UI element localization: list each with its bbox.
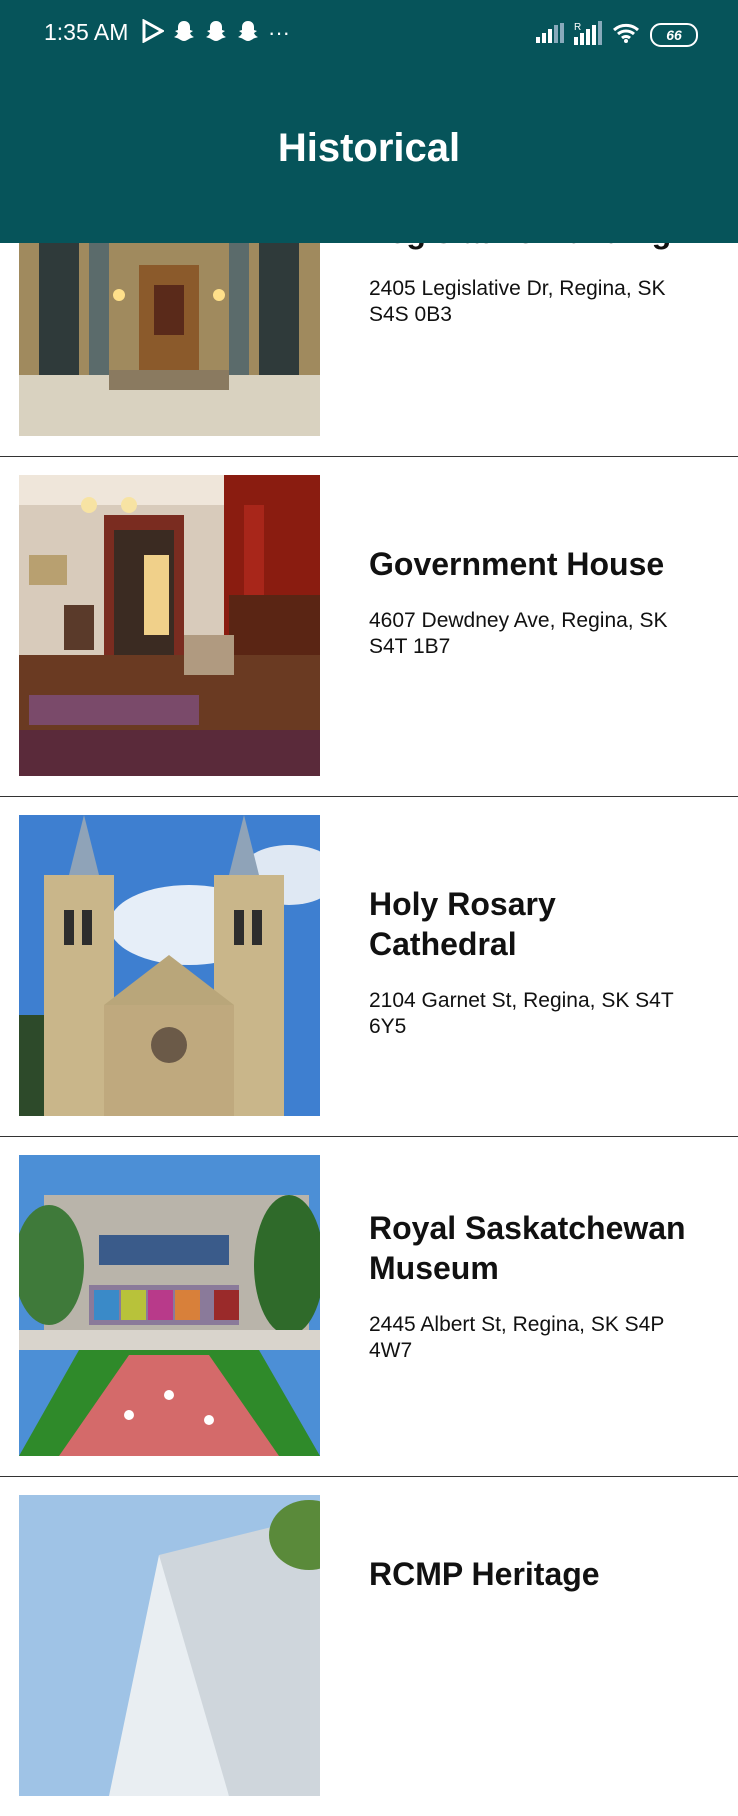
place-name: RCMP Heritage [369, 1556, 600, 1592]
page-title: Historical [277, 126, 461, 170]
svg-text:R: R [574, 22, 581, 33]
place-address: 2445 Albert St, Regina, SK S4P 4W7 [369, 1313, 664, 1362]
holy-rosary-cathedral-photo [19, 815, 320, 1116]
more-notifications-icon: ··· [268, 20, 290, 45]
place-address: 2104 Garnet St, Regina, SK S4T 6Y5 [369, 989, 674, 1038]
list-item[interactable]: Holy Rosary Cathedral 2104 Garnet St, Re… [0, 796, 738, 1137]
status-bar: 1:35 AM ··· R 66 [0, 0, 738, 68]
place-address: 2405 Legislative Dr, Regina, SK S4S 0B3 [369, 277, 666, 326]
snapchat-icon [204, 19, 228, 48]
royal-saskatchewan-museum-photo [19, 1155, 320, 1456]
list-item[interactable]: RCMP Heritage [0, 1476, 738, 1816]
wifi-icon [612, 22, 640, 49]
status-time: 1:35 AM [44, 19, 129, 45]
snapchat-icon [172, 19, 196, 48]
place-name: Government House [369, 546, 665, 582]
play-store-icon [142, 17, 166, 48]
roaming-signal-icon: R [574, 20, 602, 50]
place-name: Holy Rosary Cathedral [369, 886, 556, 962]
list-item[interactable]: Royal Saskatchewan Museum 2445 Albert St… [0, 1136, 738, 1477]
list-item[interactable]: Government House 4607 Dewdney Ave, Regin… [0, 456, 738, 797]
place-name: Royal Saskatchewan Museum [369, 1210, 686, 1286]
place-address: 4607 Dewdney Ave, Regina, SK S4T 1B7 [369, 609, 668, 658]
battery-icon: 66 [650, 23, 698, 47]
signal-icon [536, 22, 564, 48]
app-header: 1:35 AM ··· R 66 Historical [0, 0, 738, 243]
snapchat-icon [236, 19, 260, 48]
rcmp-heritage-photo [19, 1495, 320, 1796]
government-house-photo [19, 475, 320, 776]
